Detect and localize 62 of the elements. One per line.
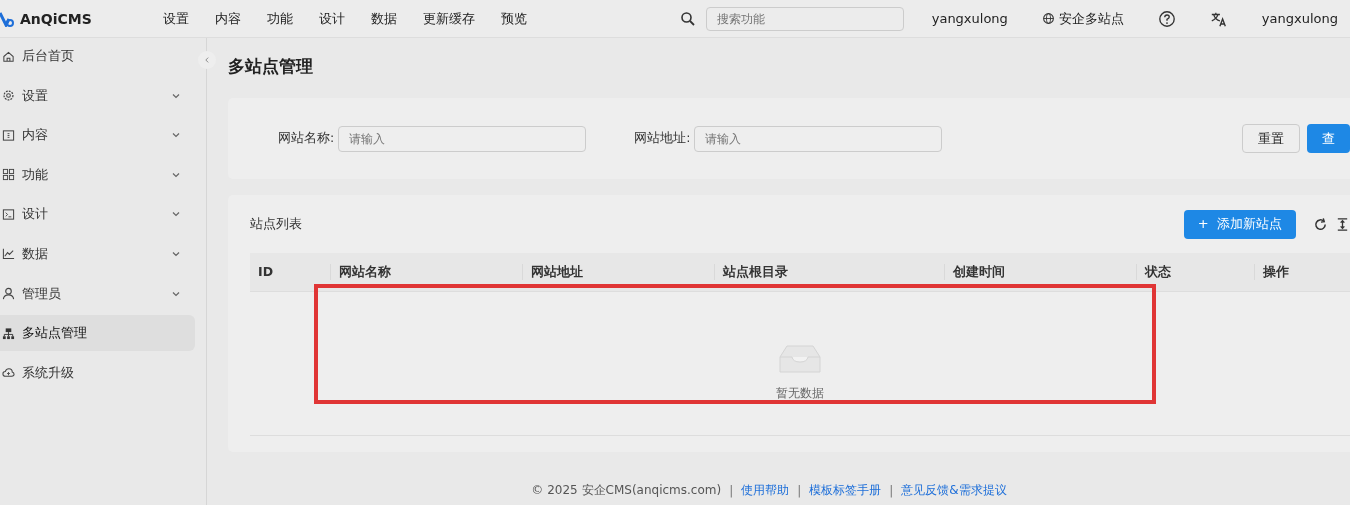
table-title: 站点列表 xyxy=(250,215,302,233)
input-field[interactable]: 请输入 xyxy=(338,125,587,152)
field-label: 网站地址: xyxy=(634,130,691,147)
empty-message: 暂无数据 xyxy=(776,385,824,402)
logo-icon xyxy=(0,10,14,27)
cloud-icon xyxy=(2,366,15,380)
nav-link[interactable]: 设置 xyxy=(150,9,202,28)
globe-icon xyxy=(1041,12,1055,25)
column-header: ID xyxy=(257,264,275,280)
help-icon[interactable] xyxy=(1157,9,1176,28)
chevron-left-icon xyxy=(203,56,211,64)
copyright-text: © 2025 安企CMS(anqicms.com) xyxy=(531,482,722,499)
empty-inbox-icon xyxy=(777,343,823,375)
column-header: 操作 xyxy=(1254,264,1344,280)
separator: | xyxy=(729,483,734,498)
column-header: 创建时间 xyxy=(944,264,1136,280)
add-site-button[interactable]: + 添加新站点 xyxy=(1183,209,1296,239)
grid-icon xyxy=(2,168,15,182)
user-menu[interactable]: yangxulong xyxy=(931,11,1008,26)
home-icon xyxy=(2,49,15,63)
column-header: 状态 xyxy=(1136,264,1254,280)
sidebar-item[interactable]: 设置 xyxy=(0,77,195,114)
nav-link[interactable]: 内容 xyxy=(202,9,254,28)
field-label: 网站名称: xyxy=(278,130,335,147)
column-header: 网站名称 xyxy=(330,264,522,280)
sidebar-item[interactable]: 管理员 xyxy=(0,275,195,312)
footer-link[interactable]: 使用帮助 xyxy=(741,482,790,499)
search-icon[interactable] xyxy=(679,10,696,27)
brand-name: AnQiCMS xyxy=(20,10,92,27)
query-button[interactable]: 查 xyxy=(1307,124,1350,153)
input-field[interactable]: 请输入 xyxy=(694,125,943,152)
user-menu[interactable]: yangxulong xyxy=(1261,11,1338,26)
footer-link[interactable]: 模板标签手册 xyxy=(809,482,882,499)
nav-link[interactable]: 设计 xyxy=(306,9,358,28)
gear-icon xyxy=(2,89,15,103)
column-header: 网站地址 xyxy=(522,264,714,280)
sidebar-item[interactable]: 设计 xyxy=(0,196,195,233)
nav-link[interactable]: 更新缓存 xyxy=(410,9,488,28)
nav-link[interactable]: 预览 xyxy=(488,9,540,28)
sidebar-item[interactable]: 数据 xyxy=(0,235,195,272)
chart-icon xyxy=(2,247,15,261)
sidebar-item[interactable]: 系统升级 xyxy=(0,354,195,391)
nav-link[interactable]: 数据 xyxy=(358,9,410,28)
sidebar-item[interactable]: 内容 xyxy=(0,117,195,154)
column-header: 站点根目录 xyxy=(714,264,944,280)
page-title: 多站点管理 xyxy=(228,55,314,78)
reset-button[interactable]: 重置 xyxy=(1242,124,1300,153)
terminal-icon xyxy=(2,207,15,221)
site-switcher[interactable]: 安企多站点 xyxy=(1041,9,1124,28)
search-field[interactable]: 搜索功能 xyxy=(705,6,904,31)
document-icon xyxy=(2,128,15,142)
sidebar-item[interactable]: 功能 xyxy=(0,156,195,193)
refresh-icon[interactable] xyxy=(1313,216,1328,232)
separator: | xyxy=(797,483,802,498)
separator: | xyxy=(889,483,894,498)
sitemap-icon xyxy=(2,326,15,340)
footer-link[interactable]: 意见反馈&需求提议 xyxy=(901,482,1007,499)
density-icon[interactable] xyxy=(1335,216,1350,232)
nav-link[interactable]: 功能 xyxy=(254,9,306,28)
sidebar-item[interactable]: 多站点管理 xyxy=(0,315,195,352)
sidebar-item[interactable]: 后台首页 xyxy=(0,38,195,74)
user-icon xyxy=(2,287,15,301)
